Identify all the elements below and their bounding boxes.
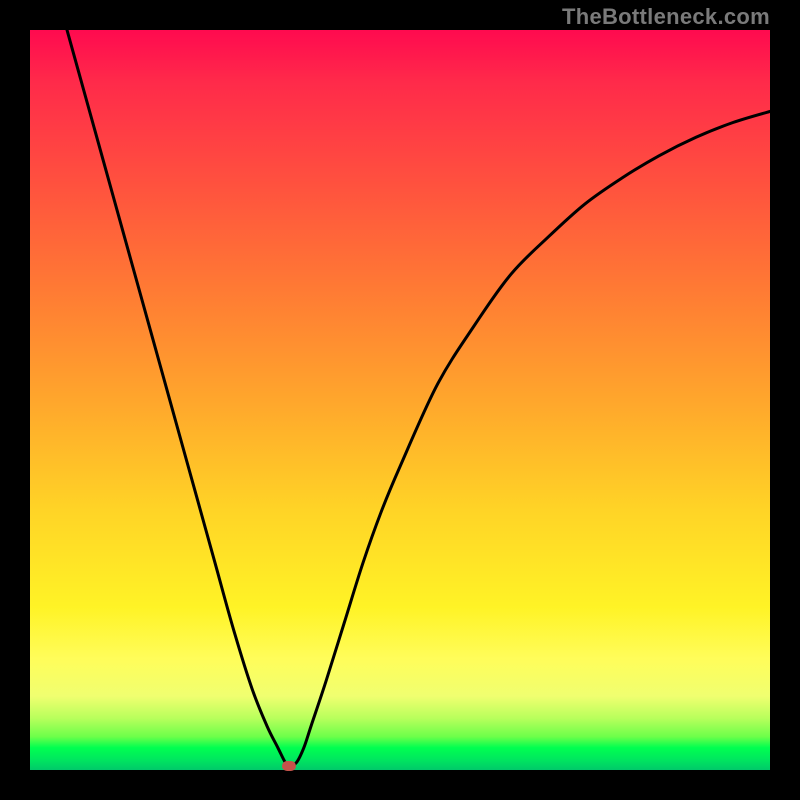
- bottleneck-curve-svg: [30, 30, 770, 770]
- plot-area: [30, 30, 770, 770]
- minimum-marker: [282, 761, 296, 771]
- bottleneck-curve: [67, 30, 770, 766]
- chart-frame: TheBottleneck.com: [0, 0, 800, 800]
- watermark-text: TheBottleneck.com: [562, 4, 770, 30]
